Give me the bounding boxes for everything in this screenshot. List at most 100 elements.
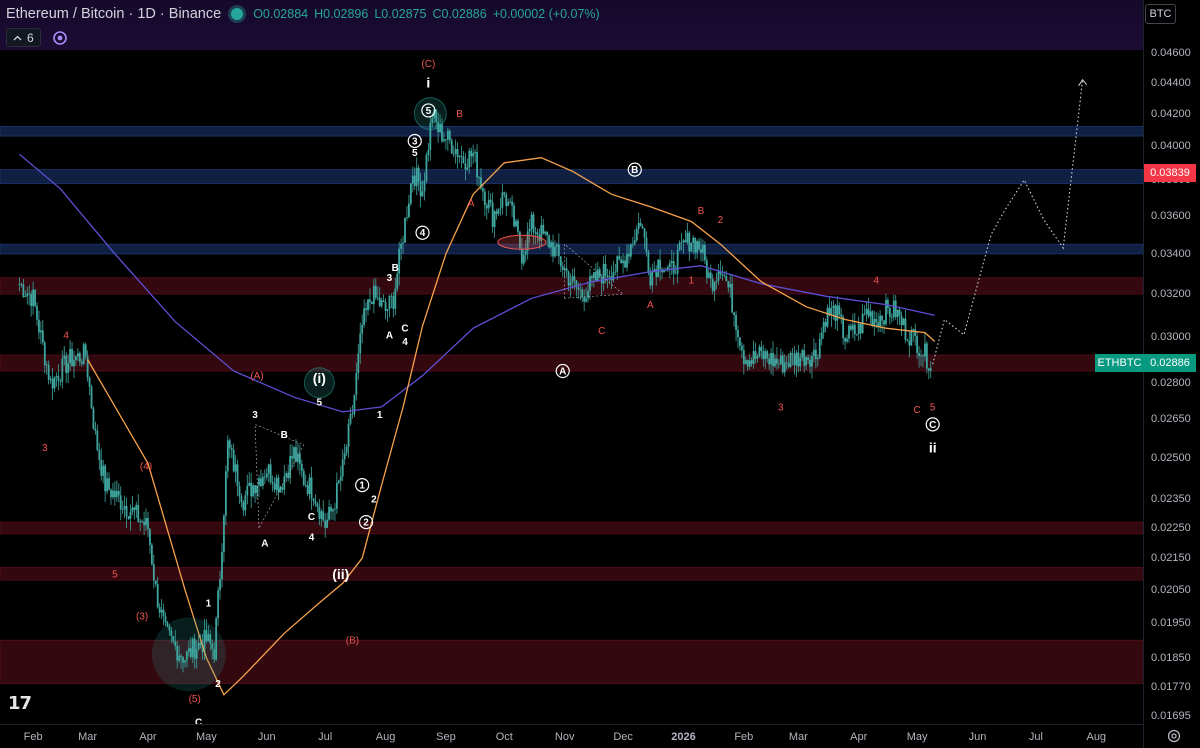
candle-body (622, 260, 625, 264)
candle-body (32, 289, 35, 307)
price-tick: 0.02500 (1151, 452, 1191, 465)
candle-body (129, 511, 132, 519)
candle-body (614, 271, 617, 273)
candle-body (123, 505, 126, 510)
wave-label: 3 (387, 273, 393, 284)
candle-body (238, 486, 241, 497)
candle-body (581, 289, 584, 297)
candle-body (115, 490, 118, 498)
candle-body (88, 377, 91, 387)
candle-body (324, 520, 327, 528)
candle-body (756, 356, 759, 359)
price-chart[interactable]: (C)i5 B35A4BB21ACA43 C 5Cii3BAC41212(i)5(A)… (0, 0, 1143, 724)
candle-body (612, 272, 615, 281)
candle-body (228, 440, 231, 448)
candle-body (550, 242, 552, 248)
time-tick: Feb (23, 731, 43, 743)
wave-label: C (401, 324, 408, 335)
candle-body (367, 299, 369, 311)
candle-body (260, 478, 262, 486)
candle-body (131, 507, 134, 512)
candle-body (639, 222, 642, 227)
candle-body (43, 342, 46, 366)
candle-body (925, 343, 928, 369)
candle-body (489, 199, 492, 203)
time-axis[interactable]: Feb Mar Apr May Jun Jul Aug Sep Oct Nov Dec 2026 Feb… (0, 724, 1143, 748)
candle-body (59, 381, 62, 382)
price-tick: 0.02050 (1151, 583, 1191, 596)
candle-body (559, 256, 562, 267)
triangle-pattern-1 (254, 423, 305, 530)
candle-body (413, 175, 416, 187)
candle-body (690, 242, 693, 252)
candle-body (657, 259, 660, 277)
gear-icon[interactable] (1165, 727, 1183, 745)
time-tick: Sep (436, 731, 456, 743)
candle-body (269, 464, 272, 482)
candle-body (78, 353, 81, 362)
candle-body (924, 343, 926, 357)
candle-body (242, 502, 245, 511)
candle-body (670, 261, 673, 264)
data-sync-icon[interactable] (51, 29, 69, 47)
candle-body (404, 217, 406, 243)
candle-body (254, 485, 256, 494)
candle-body (306, 485, 309, 494)
indicators-toggle-button[interactable]: 6 (6, 28, 41, 47)
drawing-marks-layer (151, 97, 624, 692)
price-tick: 0.01950 (1151, 616, 1191, 629)
candle-body (113, 490, 116, 498)
wave-label: (4) (140, 462, 152, 473)
candle-body (626, 253, 628, 268)
wave-label: A (386, 330, 393, 341)
candle-body (330, 506, 332, 512)
candle-body (748, 360, 751, 367)
candle-body (400, 243, 403, 249)
currency-button[interactable]: BTC (1145, 4, 1176, 24)
candle-body (850, 325, 852, 330)
wave-label: B (698, 206, 705, 217)
candle-body (361, 324, 364, 334)
candle-body (133, 507, 136, 510)
candle-body (585, 298, 588, 302)
candle-body (226, 440, 229, 472)
candle-body (528, 228, 531, 232)
zones-layer (0, 125, 1143, 684)
chart-header: Ethereum / Bitcoin · 1D · Binance O0.028… (0, 0, 1143, 50)
candle-body (750, 360, 753, 364)
candle-body (814, 349, 817, 360)
candle-body (900, 315, 903, 326)
price-tick: 0.04000 (1151, 139, 1191, 152)
candle-body (125, 505, 128, 517)
candle-body (700, 249, 702, 253)
candle-body (466, 167, 469, 170)
candle-body (263, 476, 266, 478)
zone-blue-0 (0, 125, 1143, 137)
candle-body (164, 616, 167, 623)
candle-body (783, 362, 786, 373)
symbol-title[interactable]: Ethereum / Bitcoin · 1D · Binance (6, 6, 221, 22)
candle-body (271, 481, 274, 484)
candle-body (76, 353, 79, 357)
candle-body (472, 153, 475, 157)
candle-body (482, 188, 484, 192)
price-tick: 0.03000 (1151, 330, 1191, 343)
candle-body (160, 609, 163, 613)
wave-label: B (281, 430, 288, 441)
candle-body (813, 349, 815, 357)
candle-body (349, 414, 352, 424)
candle-body (250, 482, 253, 497)
tradingview-logo: 17 (8, 693, 32, 714)
candle-body (302, 471, 305, 486)
candle-body (616, 256, 619, 272)
candle-body (335, 482, 338, 509)
candle-body (117, 490, 120, 496)
wave-label: 5 (426, 106, 432, 117)
candle-body (141, 521, 144, 522)
candle-body (445, 139, 447, 141)
candle-body (515, 220, 517, 227)
wave-label: A (647, 300, 654, 311)
price-tick: 0.02150 (1151, 552, 1191, 565)
candle-body (82, 344, 85, 364)
open-value: O0.02884 (253, 7, 309, 21)
